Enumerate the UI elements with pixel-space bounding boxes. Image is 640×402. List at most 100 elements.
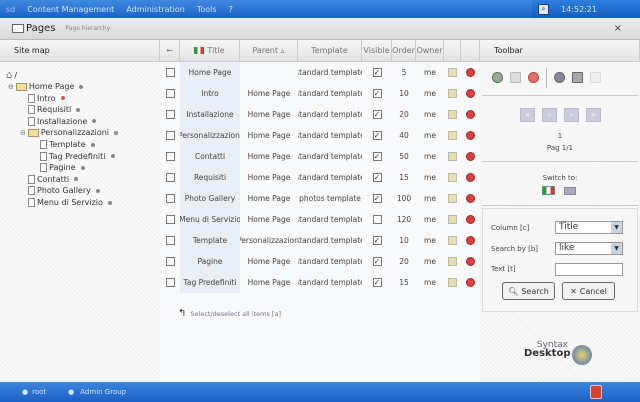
collapse-icon[interactable]: ⊖: [8, 83, 14, 91]
search-button[interactable]: 🔍︎ Search: [502, 282, 555, 300]
delete-icon[interactable]: [466, 194, 475, 203]
add-icon[interactable]: [492, 72, 503, 83]
column-header-title[interactable]: Title: [180, 40, 240, 62]
tree-node[interactable]: Tag Predefiniti: [40, 151, 115, 161]
row-checkbox[interactable]: [165, 215, 175, 224]
delete-icon[interactable]: [528, 72, 539, 83]
tree-node[interactable]: Template: [40, 140, 95, 149]
edit-icon[interactable]: [448, 194, 457, 203]
edit-icon[interactable]: [448, 173, 457, 182]
edit-icon[interactable]: [448, 131, 457, 140]
edit-icon[interactable]: [448, 278, 457, 287]
visible-checkbox[interactable]: [372, 215, 382, 224]
delete-icon[interactable]: [466, 236, 475, 245]
title-cell[interactable]: Home Page: [180, 62, 240, 83]
delete-icon[interactable]: [466, 152, 475, 161]
save-icon[interactable]: [510, 72, 521, 83]
visible-checkbox[interactable]: ✓: [372, 257, 382, 266]
delete-icon[interactable]: [466, 131, 475, 140]
next-page-button[interactable]: ›: [564, 108, 579, 122]
column-header-visible[interactable]: Visible: [362, 40, 392, 62]
menu-tools[interactable]: Tools: [197, 5, 217, 14]
edit-icon[interactable]: [448, 152, 457, 161]
tree-node[interactable]: Installazione: [28, 116, 97, 126]
column-header-owner[interactable]: Owner: [416, 40, 444, 62]
prev-page-button[interactable]: ‹: [542, 108, 557, 122]
visible-checkbox[interactable]: ✓: [372, 236, 382, 245]
visible-checkbox[interactable]: ✓: [372, 194, 382, 203]
page-number[interactable]: 1: [482, 132, 638, 140]
delete-icon[interactable]: [466, 257, 475, 266]
column-header-template[interactable]: Template: [298, 40, 362, 62]
print-icon[interactable]: [590, 72, 601, 83]
visible-checkbox[interactable]: ✓: [372, 89, 382, 98]
row-checkbox[interactable]: [165, 173, 175, 182]
tree-node[interactable]: ⊖ Personalizzazioni: [20, 128, 119, 137]
edit-icon[interactable]: [448, 236, 457, 245]
row-checkbox[interactable]: [165, 278, 175, 287]
row-checkbox[interactable]: [165, 68, 175, 77]
visible-checkbox[interactable]: ✓: [372, 131, 382, 140]
tree-node[interactable]: Photo Gallery: [28, 186, 100, 196]
delete-icon[interactable]: [466, 278, 475, 287]
row-checkbox[interactable]: [165, 152, 175, 161]
italian-flag-icon[interactable]: [542, 186, 555, 195]
title-cell[interactable]: Intro: [180, 83, 240, 104]
delete-icon[interactable]: [466, 215, 475, 224]
delete-icon[interactable]: [466, 173, 475, 182]
row-checkbox[interactable]: [165, 257, 175, 266]
visible-checkbox[interactable]: ✓: [372, 68, 382, 77]
title-cell[interactable]: Installazione: [180, 104, 240, 125]
title-cell[interactable]: Menu di Servizio: [180, 209, 240, 230]
last-page-button[interactable]: »: [586, 108, 601, 122]
delete-icon[interactable]: [466, 110, 475, 119]
search-by-select[interactable]: like ▼: [555, 242, 623, 255]
title-cell[interactable]: Photo Gallery: [180, 188, 240, 209]
tree-root[interactable]: ⌂ /: [6, 70, 17, 81]
logout-power-icon[interactable]: [590, 385, 602, 399]
delete-icon[interactable]: [466, 89, 475, 98]
english-flag-icon[interactable]: [564, 187, 576, 195]
column-header-order[interactable]: Order: [392, 40, 416, 62]
tree-node[interactable]: Pagine: [40, 163, 85, 173]
column-select[interactable]: Title ▼: [555, 221, 623, 234]
tree-node[interactable]: Contatti: [28, 174, 79, 184]
menu-help[interactable]: ?: [229, 5, 233, 14]
row-checkbox[interactable]: [165, 131, 175, 140]
row-checkbox[interactable]: [165, 110, 175, 119]
title-cell[interactable]: Template: [180, 230, 240, 251]
tree-node[interactable]: ⊖ Home Page: [8, 82, 84, 91]
home-icon[interactable]: [572, 72, 583, 83]
search-icon[interactable]: ⌕: [538, 3, 549, 15]
edit-icon[interactable]: [448, 89, 457, 98]
visible-checkbox[interactable]: ✓: [372, 110, 382, 119]
tree-node[interactable]: Intro: [28, 93, 65, 103]
delete-icon[interactable]: [466, 68, 475, 77]
column-header-parent[interactable]: Parent ▵: [240, 40, 298, 62]
select-all-link[interactable]: ↰ Select/deselect all items [a]: [178, 308, 281, 319]
edit-icon[interactable]: [448, 215, 457, 224]
close-button[interactable]: ×: [614, 23, 622, 34]
menu-content-management[interactable]: Content Management: [27, 5, 114, 14]
text-input[interactable]: [555, 263, 623, 276]
title-cell[interactable]: Pagine: [180, 251, 240, 272]
tree-node[interactable]: Requisiti: [28, 105, 81, 115]
visible-checkbox[interactable]: ✓: [372, 278, 382, 287]
title-cell[interactable]: Personalizzazioni: [180, 125, 240, 146]
first-page-button[interactable]: «: [520, 108, 535, 122]
visible-checkbox[interactable]: ✓: [372, 152, 382, 161]
title-cell[interactable]: Tag Predefiniti: [180, 272, 240, 293]
title-cell[interactable]: Requisiti: [180, 167, 240, 188]
cancel-button[interactable]: ✕ Cancel: [562, 282, 615, 300]
tree-node[interactable]: Menu di Servizio: [28, 198, 112, 207]
title-cell[interactable]: Contatti: [180, 146, 240, 167]
collapse-icon[interactable]: ⊖: [20, 129, 26, 137]
row-checkbox[interactable]: [165, 194, 175, 203]
visible-checkbox[interactable]: ✓: [372, 173, 382, 182]
edit-icon[interactable]: [448, 257, 457, 266]
row-checkbox[interactable]: [165, 89, 175, 98]
edit-icon[interactable]: [448, 110, 457, 119]
edit-icon[interactable]: [448, 68, 457, 77]
refresh-icon[interactable]: [554, 72, 565, 83]
menu-administration[interactable]: Administration: [126, 5, 185, 14]
